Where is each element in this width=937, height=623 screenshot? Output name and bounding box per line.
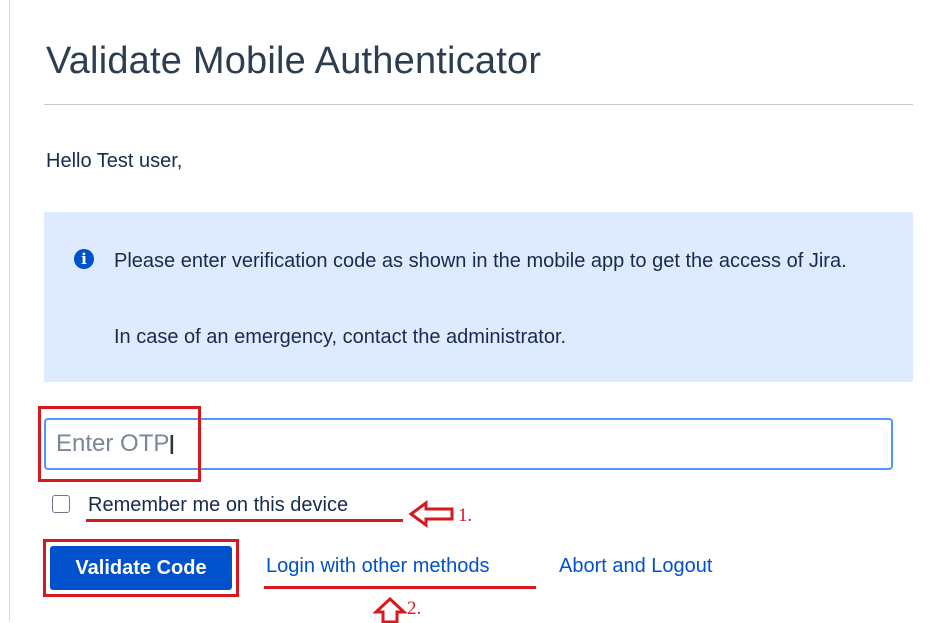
- annotation-step-2: 2.: [407, 598, 422, 619]
- info-message-text: Please enter verification code as shown …: [114, 250, 847, 272]
- greeting-text: Hello Test user,: [46, 150, 183, 172]
- annotation-arrow-up-icon: [373, 597, 407, 623]
- login-other-methods-link[interactable]: Login with other methods: [266, 555, 489, 578]
- abort-logout-link[interactable]: Abort and Logout: [559, 555, 712, 578]
- annotation-arrow-left-icon: [408, 500, 454, 528]
- annotation-underline-other-methods: [264, 586, 536, 589]
- remember-device-checkbox[interactable]: [52, 495, 70, 513]
- info-icon: i: [74, 249, 94, 269]
- title-divider: [44, 104, 913, 105]
- validate-code-button[interactable]: Validate Code: [50, 546, 232, 590]
- otp-input[interactable]: [44, 418, 893, 470]
- annotation-underline-remember: [86, 519, 403, 522]
- left-border: [9, 0, 10, 621]
- emergency-text: In case of an emergency, contact the adm…: [114, 326, 567, 348]
- remember-device-label[interactable]: Remember me on this device: [88, 494, 348, 517]
- page-title: Validate Mobile Authenticator: [46, 40, 542, 82]
- annotation-step-1: 1.: [458, 505, 473, 526]
- info-message-panel: i Please enter verification code as show…: [44, 212, 913, 382]
